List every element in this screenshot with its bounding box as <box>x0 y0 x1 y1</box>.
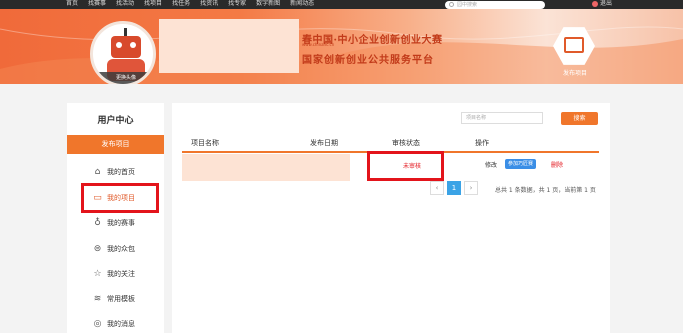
nav-link-activities[interactable]: 找活动 <box>116 0 134 8</box>
layers-icon: ≋ <box>93 293 102 304</box>
edit-link[interactable]: 修改 <box>485 160 497 169</box>
sidebar-item-my-events[interactable]: ♁ 我的赛事 <box>93 217 135 229</box>
nav-link-events[interactable]: 找赛事 <box>88 0 106 8</box>
robot-eye-right <box>130 42 136 48</box>
sidebar-item-label: 常用模板 <box>107 295 135 303</box>
nav-links: 首页 找赛事 找活动 找项目 找任务 找资讯 找专家 数字新图 新闻动态 <box>66 0 314 8</box>
nav-link-news[interactable]: 新闻动态 <box>290 0 314 8</box>
sidebar-item-follows[interactable]: ☆ 我的关注 <box>93 268 135 280</box>
sidebar-item-templates[interactable]: ≋ 常用模板 <box>93 293 135 305</box>
banner-slogan-url: www.chinahc.cn <box>302 42 335 47</box>
change-avatar-button[interactable]: 更换头像 <box>93 72 153 84</box>
pager-next-button[interactable]: › <box>464 181 478 195</box>
delete-link[interactable]: 删除 <box>551 160 563 169</box>
pager-page-1[interactable]: 1 <box>447 181 461 195</box>
col-actions: 操作 <box>475 139 489 147</box>
nav-link-home[interactable]: 首页 <box>66 0 78 8</box>
home-icon: ⌂ <box>94 166 101 177</box>
sidebar-item-messages[interactable]: ◎ 我的消息 <box>93 318 135 330</box>
pager-prev-button[interactable]: ‹ <box>430 181 444 195</box>
logout-label: 退出 <box>600 0 613 7</box>
publish-project-label[interactable]: 发布项目 <box>552 68 598 77</box>
header-banner: 更换头像 春中国·中小企业创新创业大赛 www.chinahc.cn 国家创新创… <box>0 9 683 84</box>
sidebar-item-label: 我的首页 <box>107 168 135 176</box>
sidebar-item-label: 我的关注 <box>107 270 135 278</box>
project-name-search-input[interactable]: 项目名称 <box>461 112 543 124</box>
nav-link-experts[interactable]: 找专家 <box>228 0 246 8</box>
star-icon: ☆ <box>93 268 102 279</box>
search-button[interactable]: 搜索 <box>561 112 598 125</box>
publish-icon <box>564 37 584 53</box>
sidebar-item-home[interactable]: ⌂ 我的首页 <box>93 166 135 178</box>
avatar[interactable]: 更换头像 <box>90 21 156 84</box>
pager-summary: 总共 1 条数据，共 1 页，当前第 1 页 <box>495 187 596 194</box>
nav-link-digital[interactable]: 数字新图 <box>256 0 280 8</box>
highlight-box-my-projects <box>81 183 159 213</box>
sidebar-item-label: 我的消息 <box>107 320 135 328</box>
banner-slogan-line2: 国家创新创业公共服务平台 <box>302 55 434 66</box>
pagination: ‹ 1 › <box>430 181 478 195</box>
user-center-sidebar: 用户中心 发布项目 ⌂ 我的首页 ▭ 我的项目 ♁ 我的赛事 ⊜ 我的众包 ☆ … <box>67 103 164 333</box>
sidebar-publish-button[interactable]: 发布项目 <box>67 135 164 154</box>
user-icon <box>592 0 598 7</box>
nav-link-news-info[interactable]: 找资讯 <box>200 0 218 8</box>
highlight-box-review-status <box>367 151 444 181</box>
trophy-icon: ♁ <box>94 217 101 228</box>
nav-link-tasks[interactable]: 找任务 <box>172 0 190 8</box>
col-review-status: 审核状态 <box>392 139 420 147</box>
sidebar-item-label: 我的赛事 <box>107 219 135 227</box>
top-search-placeholder: 园中搜索 <box>457 2 478 8</box>
project-list-panel: 项目名称 搜索 项目名称 发布日期 审核状态 操作 未审核 修改 参加巧匠赛 删… <box>172 103 610 333</box>
nav-link-projects[interactable]: 找项目 <box>144 0 162 8</box>
user-info-redacted <box>159 19 299 73</box>
col-project-name: 项目名称 <box>191 139 219 147</box>
project-info-redacted <box>182 154 350 181</box>
top-search-input[interactable]: 园中搜索 <box>445 1 545 9</box>
crowdsource-icon: ⊜ <box>93 243 102 254</box>
sidebar-title: 用户中心 <box>97 116 134 126</box>
logout-link[interactable]: 退出 <box>592 0 612 8</box>
project-name-placeholder: 项目名称 <box>466 115 487 121</box>
join-contest-button[interactable]: 参加巧匠赛 <box>505 159 537 169</box>
top-nav-bar: 首页 找赛事 找活动 找项目 找任务 找资讯 找专家 数字新图 新闻动态 园中搜… <box>0 0 683 9</box>
robot-head <box>111 36 141 58</box>
col-publish-date: 发布日期 <box>310 139 338 147</box>
sidebar-item-crowdsource[interactable]: ⊜ 我的众包 <box>93 243 135 255</box>
search-icon <box>449 2 454 7</box>
sidebar-item-label: 我的众包 <box>107 245 135 253</box>
robot-eye-left <box>116 42 122 48</box>
message-icon: ◎ <box>93 318 102 329</box>
